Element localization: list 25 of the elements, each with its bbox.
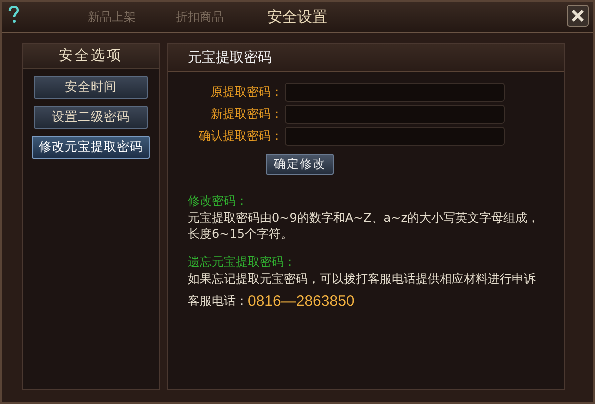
sidebar-title: 安全选项 xyxy=(23,44,159,69)
phone-label: 客服电话： xyxy=(188,293,248,310)
close-icon xyxy=(571,9,585,23)
password-field[interactable] xyxy=(285,105,505,124)
info-text: 如果忘记提取元宝密码，可以拨打客服电话提供相应材料进行申诉 xyxy=(188,271,537,287)
close-button[interactable] xyxy=(567,5,589,27)
sidebar-button[interactable]: 修改元宝提取密码 xyxy=(32,136,150,159)
password-field[interactable] xyxy=(285,83,505,102)
field-label: 原提取密码： xyxy=(210,84,283,101)
info-text: 长度6~15个字符。 xyxy=(188,226,294,242)
info-text: 元宝提取密码由0~9的数字和A~Z、a~z的大小写英文字母组成， xyxy=(188,210,541,226)
password-field[interactable] xyxy=(285,127,505,146)
confirm-button[interactable]: 确定修改 xyxy=(266,154,334,175)
section-heading: 修改密码： xyxy=(188,193,249,210)
window-title: 安全设置 xyxy=(268,8,328,26)
field-label: 确认提取密码： xyxy=(198,128,283,145)
background-tab-label: 新品上架 xyxy=(88,8,136,26)
background-tab-label: 折扣商品 xyxy=(176,8,224,26)
section-heading: 遗忘元宝提取密码： xyxy=(188,254,297,271)
phone-number: 0816—2863850 xyxy=(248,293,355,310)
help-icon[interactable] xyxy=(8,6,20,24)
panel-title: 元宝提取密码 xyxy=(188,48,272,66)
field-label: 新提取密码： xyxy=(210,106,283,123)
sidebar-button[interactable]: 安全时间 xyxy=(34,76,148,99)
sidebar-button[interactable]: 设置二级密码 xyxy=(34,106,148,129)
